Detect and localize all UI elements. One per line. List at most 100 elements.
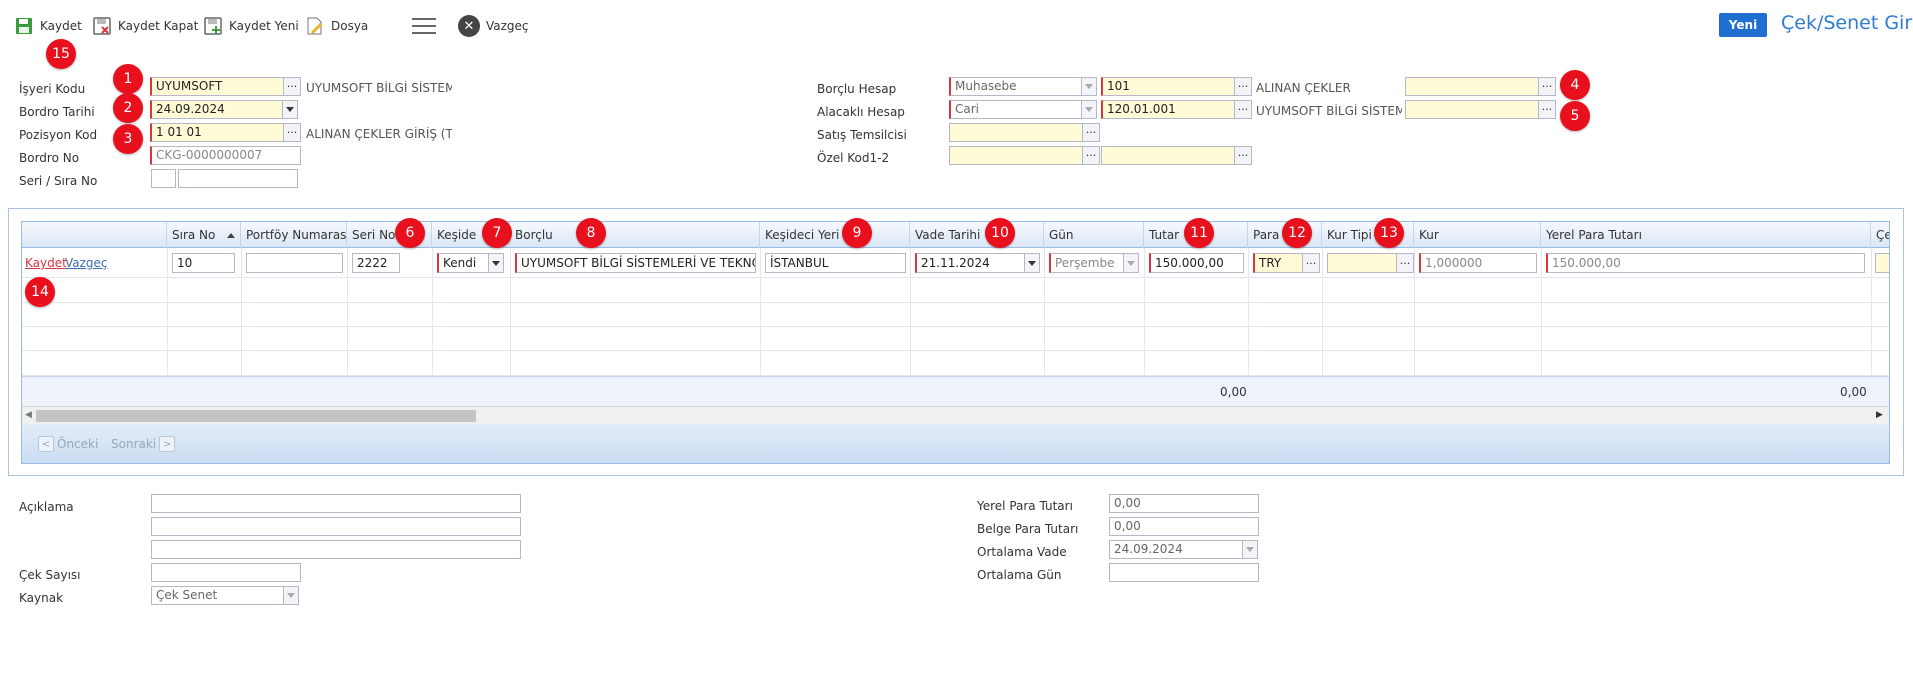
floppy-disk-icon xyxy=(14,16,34,36)
cell-sira-no-input[interactable]: 10 xyxy=(172,253,235,273)
floppy-close-icon xyxy=(92,16,112,36)
seri-field[interactable] xyxy=(151,169,176,188)
pozisyon-field[interactable]: 1 01 01 xyxy=(150,123,285,142)
ozel-kod2-field[interactable] xyxy=(1101,146,1235,165)
borclu-extra-field[interactable] xyxy=(1405,77,1539,96)
alacakli-code-field[interactable]: 120.01.001 xyxy=(1101,100,1235,119)
cell-kur-tipi-input[interactable] xyxy=(1327,253,1397,273)
bordro-tarihi-field[interactable]: 24.09.2024 xyxy=(150,100,283,119)
row-save-link[interactable]: Kaydet xyxy=(25,256,67,270)
cell-cev-input[interactable] xyxy=(1875,253,1889,273)
callout-badge: 1 xyxy=(113,64,143,94)
borclu-code-field[interactable]: 101 xyxy=(1101,77,1235,96)
save-new-button[interactable]: Kaydet Yeni xyxy=(203,14,299,38)
scroll-right-icon[interactable]: ▶ xyxy=(1876,410,1883,420)
belge-para-tutari-field[interactable]: 0,00 xyxy=(1109,517,1259,536)
cell-kesideci-yeri-input[interactable]: İSTANBUL xyxy=(765,253,906,273)
borclu-description: ALINAN ÇEKLER xyxy=(1256,81,1351,95)
cell-vade-tarihi-input[interactable]: 21.11.2024 xyxy=(915,253,1025,273)
isyeri-label: İşyeri Kodu xyxy=(19,82,86,96)
cell-para-input[interactable]: TRY xyxy=(1253,253,1303,273)
alacakli-label: Alacaklı Hesap xyxy=(817,105,905,119)
ozel-kod1-lookup-button[interactable]: ··· xyxy=(1082,146,1100,165)
header-vade-tarihi[interactable]: Vade Tarihi xyxy=(910,222,1044,248)
cell-borclu-input[interactable]: UYUMSOFT BİLGİ SİSTEMLERİ VE TEKNOLOJ xyxy=(515,253,756,273)
borclu-type-dropdown-icon[interactable] xyxy=(1081,77,1097,96)
ortalama-vade-dropdown-icon[interactable] xyxy=(1242,540,1258,559)
cancel-label: Vazgeç xyxy=(486,19,529,33)
aciklama-field-3[interactable] xyxy=(151,540,521,559)
alacakli-lookup-button[interactable]: ··· xyxy=(1234,100,1252,119)
cell-seri-no-input[interactable]: 2222 xyxy=(352,253,400,273)
ortalama-gun-field[interactable] xyxy=(1109,563,1259,582)
scroll-left-icon[interactable]: ◀ xyxy=(25,410,32,420)
aciklama-label: Açıklama xyxy=(19,500,74,514)
pozisyon-label: Pozisyon Kod xyxy=(19,128,98,142)
next-page-button[interactable]: Sonraki > xyxy=(111,436,176,452)
satis-lookup-button[interactable]: ··· xyxy=(1082,123,1100,142)
cell-kur-input[interactable]: 1,000000 xyxy=(1419,253,1537,273)
header-gun[interactable]: Gün xyxy=(1044,222,1144,248)
header-portfoy[interactable]: Portföy Numarası xyxy=(241,222,347,248)
gun-dropdown-icon[interactable] xyxy=(1123,253,1139,273)
callout-badge: 15 xyxy=(46,39,76,69)
cell-portfoy-input[interactable] xyxy=(246,253,343,273)
file-label: Dosya xyxy=(331,19,369,33)
header-borclu[interactable]: Borçlu xyxy=(510,222,760,248)
para-lookup-button[interactable]: ··· xyxy=(1302,253,1320,273)
alacakli-type-select[interactable]: Cari xyxy=(949,100,1082,119)
save-close-label: Kaydet Kapat xyxy=(118,19,199,33)
satis-temsilcisi-field[interactable] xyxy=(949,123,1083,142)
cek-sayisi-field[interactable] xyxy=(151,563,301,582)
grid-pager: < Önceki Sonraki > xyxy=(22,424,1889,463)
sira-field[interactable] xyxy=(178,169,298,188)
aciklama-field-2[interactable] xyxy=(151,517,521,536)
header-kur[interactable]: Kur xyxy=(1414,222,1541,248)
yerel-para-tutari-field[interactable]: 0,00 xyxy=(1109,494,1259,513)
header-yerel-para-tutari[interactable]: Yerel Para Tutarı xyxy=(1541,222,1871,248)
cell-keside-select[interactable]: Kendi xyxy=(437,253,489,273)
cancel-button[interactable]: ✕ Vazgeç xyxy=(458,14,529,38)
file-button[interactable]: Dosya xyxy=(305,14,368,38)
bordro-tarihi-label: Bordro Tarihi xyxy=(19,105,95,119)
table-row xyxy=(22,351,1889,376)
kur-tipi-lookup-button[interactable]: ··· xyxy=(1396,253,1414,273)
row-cancel-link[interactable]: Vazgeç xyxy=(65,256,108,270)
calendar-dropdown-icon[interactable] xyxy=(282,100,298,119)
save-button[interactable]: Kaydet xyxy=(14,14,82,38)
kaynak-select[interactable]: Çek Senet xyxy=(151,586,284,605)
alacakli-type-dropdown-icon[interactable] xyxy=(1081,100,1097,119)
header-kesideci-yeri[interactable]: Keşideci Yeri xyxy=(760,222,910,248)
cell-tutar-input[interactable]: 150.000,00 xyxy=(1149,253,1244,273)
pozisyon-lookup-button[interactable]: ··· xyxy=(283,123,301,142)
borclu-extra-lookup-button[interactable]: ··· xyxy=(1538,77,1556,96)
prev-page-button[interactable]: < Önceki xyxy=(38,436,98,452)
vade-calendar-icon[interactable] xyxy=(1024,253,1040,273)
cell-gun-select[interactable]: Perşembe xyxy=(1049,253,1124,273)
header-actions xyxy=(22,222,167,248)
scroll-thumb[interactable] xyxy=(36,410,476,422)
header-sira-no[interactable]: Sıra No xyxy=(167,222,241,248)
aciklama-field-1[interactable] xyxy=(151,494,521,513)
alacakli-extra-lookup-button[interactable]: ··· xyxy=(1538,100,1556,119)
isyeri-description: UYUMSOFT BİLGİ SİSTEML xyxy=(306,81,452,95)
chevron-left-icon: < xyxy=(38,436,54,452)
header-cev[interactable]: Çev xyxy=(1871,222,1889,248)
alacakli-extra-field[interactable] xyxy=(1405,100,1539,119)
keside-dropdown-icon[interactable] xyxy=(488,253,504,273)
ozel-kod1-field[interactable] xyxy=(949,146,1083,165)
isyeri-field[interactable]: UYUMSOFT xyxy=(150,77,285,96)
cell-yerel-tutar-input[interactable]: 150.000,00 xyxy=(1546,253,1865,273)
ortalama-vade-field[interactable]: 24.09.2024 xyxy=(1109,540,1243,559)
isyeri-lookup-button[interactable]: ··· xyxy=(283,77,301,96)
borclu-lookup-button[interactable]: ··· xyxy=(1234,77,1252,96)
ozel-kod2-lookup-button[interactable]: ··· xyxy=(1234,146,1252,165)
kaynak-dropdown-icon[interactable] xyxy=(283,586,299,605)
menu-icon[interactable] xyxy=(412,18,436,34)
borclu-type-select[interactable]: Muhasebe xyxy=(949,77,1082,96)
new-button[interactable]: Yeni xyxy=(1719,13,1767,37)
callout-badge: 14 xyxy=(25,277,55,307)
horizontal-scrollbar[interactable]: ◀ ▶ xyxy=(22,406,1889,424)
save-close-button[interactable]: Kaydet Kapat xyxy=(92,14,198,38)
bordro-no-field[interactable]: CKG-0000000007 xyxy=(150,146,301,165)
